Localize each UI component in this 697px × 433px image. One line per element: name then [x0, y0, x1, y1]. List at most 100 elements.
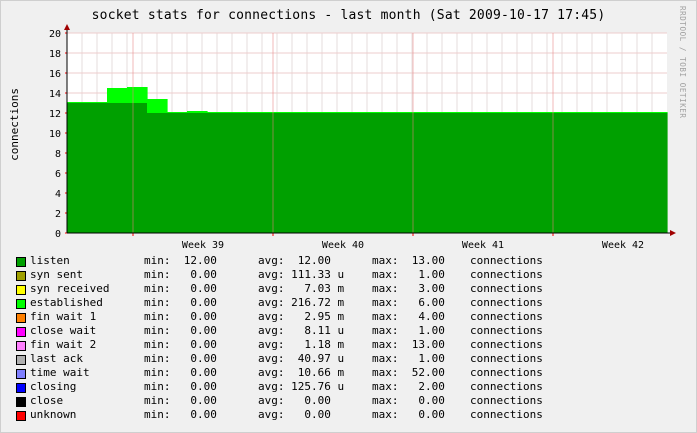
legend-max: max: 1.00: [372, 268, 445, 281]
legend-min: min: 0.00: [144, 310, 217, 323]
x-tick-label: Week 40: [322, 240, 364, 251]
legend-min: min: 0.00: [144, 268, 217, 281]
area-listen: [287, 113, 308, 233]
area-listen: [227, 113, 248, 233]
y-tick-label: 12: [49, 109, 61, 120]
legend-max: max: 13.00: [372, 254, 445, 267]
area-listen: [487, 113, 508, 233]
legend-unit: connections: [470, 408, 543, 421]
area-listen: [267, 113, 288, 233]
area-listen: [407, 113, 428, 233]
area-listen: [547, 113, 568, 233]
y-axis-arrow: [64, 24, 70, 30]
area-established: [327, 112, 348, 113]
legend-name: unknown: [30, 408, 77, 421]
legend-avg: avg: 7.03 m: [258, 282, 345, 295]
legend-name: syn received: [30, 282, 110, 295]
legend-swatch: [16, 355, 26, 365]
x-tick-label: Week 39: [182, 240, 224, 251]
legend-avg: avg: 0.00: [258, 394, 345, 407]
legend-name: established: [30, 296, 103, 309]
area-established: [387, 112, 408, 113]
area-listen: [247, 113, 268, 233]
area-established: [427, 112, 448, 113]
y-tick-label: 2: [55, 209, 61, 220]
y-tick-label: 0: [55, 229, 61, 240]
area-established: [447, 112, 468, 113]
legend-avg: avg: 216.72 m: [258, 296, 345, 309]
legend-name: fin wait 2: [30, 338, 97, 351]
area-listen: [87, 103, 108, 233]
y-tick-label: 16: [49, 69, 61, 80]
y-tick-label: 20: [49, 29, 61, 40]
area-listen: [167, 113, 188, 233]
legend-swatch: [16, 285, 26, 295]
area-listen: [307, 113, 328, 233]
area-established: [247, 112, 268, 113]
area-listen: [327, 113, 348, 233]
area-listen: [647, 113, 668, 233]
legend-max: max: 13.00: [372, 338, 445, 351]
area-established: [87, 102, 108, 103]
area-listen: [107, 103, 128, 233]
chart-canvas: 0 2 4 6 8 10 12 14 16 18 20 Week 39 Week 40 Week 41 We…: [49, 24, 676, 251]
legend-name: fin wait 1: [30, 310, 97, 323]
legend-unit: connections: [470, 394, 543, 407]
legend-min: min: 0.00: [144, 366, 217, 379]
legend-unit: connections: [470, 310, 543, 323]
area-established: [207, 112, 228, 113]
legend-avg: avg: 2.95 m: [258, 310, 345, 323]
area-established: [227, 112, 248, 113]
area-established: [527, 112, 548, 113]
legend-name: syn sent: [30, 268, 83, 281]
legend-swatch: [16, 411, 26, 421]
area-established: [347, 112, 368, 113]
legend-swatch: [16, 383, 26, 393]
legend-max: max: 52.00: [372, 366, 445, 379]
legend-unit: connections: [470, 338, 543, 351]
legend-max: max: 2.00: [372, 380, 445, 393]
legend-min: min: 0.00: [144, 282, 217, 295]
area-established: [547, 112, 568, 113]
x-tick-label: Week 42: [602, 240, 644, 251]
legend-name: close: [30, 394, 64, 407]
legend-avg: avg: 125.76 u: [258, 380, 345, 393]
legend-swatch: [16, 397, 26, 407]
area-established: [367, 112, 388, 113]
area-listen: [587, 113, 608, 233]
legend-min: min: 0.00: [144, 324, 217, 337]
legend-unit: connections: [470, 324, 543, 337]
legend-max: max: 6.00: [372, 296, 445, 309]
legend-min: min: 0.00: [144, 380, 217, 393]
area-established: [487, 112, 508, 113]
area-listen: [607, 113, 628, 233]
area-established: [267, 112, 288, 113]
legend-max: max: 4.00: [372, 310, 445, 323]
legend-min: min: 0.00: [144, 352, 217, 365]
legend-swatch: [16, 341, 26, 351]
area-listen: [467, 113, 488, 233]
legend-name: close wait: [30, 324, 97, 337]
area-established: [167, 112, 188, 113]
legend-unit: connections: [470, 296, 543, 309]
legend-swatch: [16, 257, 26, 267]
legend-unit: connections: [470, 366, 543, 379]
legend-unit: connections: [470, 352, 543, 365]
area-listen: [507, 113, 528, 233]
area-established: [567, 112, 588, 113]
area-listen: [207, 113, 228, 233]
y-tick-label: 10: [49, 129, 61, 140]
legend-swatch: [16, 369, 26, 379]
area-listen: [567, 113, 588, 233]
legend-name: time wait: [30, 366, 90, 379]
area-established: [307, 112, 328, 113]
x-tick-label: Week 41: [462, 240, 504, 251]
legend-unit: connections: [470, 254, 543, 267]
y-tick-label: 14: [49, 89, 61, 100]
area-established: [127, 87, 148, 103]
area-listen: [367, 113, 388, 233]
legend-avg: avg: 0.00: [258, 408, 345, 421]
area-established: [147, 99, 168, 113]
legend-max: max: 0.00: [372, 394, 445, 407]
legend-name: closing: [30, 380, 77, 393]
